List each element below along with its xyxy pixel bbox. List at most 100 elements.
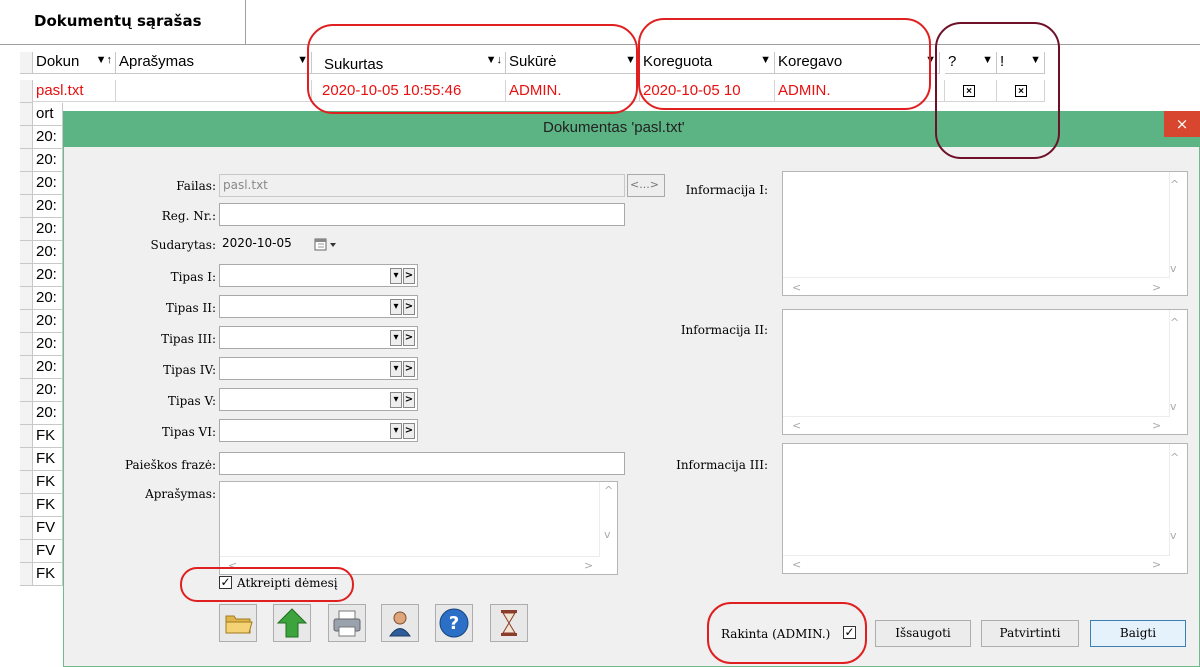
row-indicator[interactable] — [20, 471, 33, 494]
scroll-down-icon[interactable]: v — [1170, 262, 1177, 275]
list-item[interactable]: 20: — [33, 241, 63, 264]
row-indicator[interactable] — [20, 379, 33, 402]
reg-nr-input[interactable] — [219, 203, 625, 226]
scroll-down-icon[interactable]: v — [1170, 400, 1177, 413]
row-indicator[interactable] — [20, 448, 33, 471]
dropdown-icon[interactable]: ▾ — [390, 330, 402, 346]
row-indicator[interactable] — [20, 241, 33, 264]
row-indicator[interactable] — [20, 425, 33, 448]
scroll-right-icon[interactable]: > — [1152, 281, 1161, 294]
type-4-combo[interactable]: ▾ > — [219, 357, 418, 380]
list-item[interactable]: FK — [33, 563, 63, 586]
scroll-right-icon[interactable]: > — [1152, 419, 1161, 432]
open-folder-button[interactable] — [219, 604, 257, 642]
type-6-combo[interactable]: ▾ > — [219, 419, 418, 442]
list-item[interactable]: 20: — [33, 195, 63, 218]
list-item[interactable]: 20: — [33, 379, 63, 402]
row-indicator[interactable] — [20, 540, 33, 563]
finish-button[interactable]: Baigti — [1090, 620, 1186, 647]
info-1-textarea[interactable] — [782, 171, 1188, 296]
browse-button[interactable]: <...> — [627, 174, 665, 197]
dropdown-icon[interactable]: ▾ — [390, 299, 402, 315]
list-item[interactable]: 20: — [33, 172, 63, 195]
list-item[interactable]: 20: — [33, 333, 63, 356]
row-indicator[interactable] — [20, 402, 33, 425]
row-indicator[interactable] — [20, 310, 33, 333]
type-2-combo[interactable]: ▾ > — [219, 295, 418, 318]
scroll-down-icon[interactable]: v — [604, 528, 611, 541]
scroll-down-icon[interactable]: v — [1170, 529, 1177, 542]
type-5-combo[interactable]: ▾ > — [219, 388, 418, 411]
row-indicator[interactable] — [20, 218, 33, 241]
description-textarea[interactable] — [219, 481, 618, 575]
search-phrase-input[interactable] — [219, 452, 625, 475]
list-item[interactable]: FV — [33, 540, 63, 563]
info-2-textarea[interactable] — [782, 309, 1188, 435]
close-button[interactable]: × — [1164, 111, 1200, 137]
list-item[interactable]: 20: — [33, 264, 63, 287]
row-indicator[interactable] — [20, 356, 33, 379]
row-indicator[interactable] — [20, 264, 33, 287]
user-button[interactable] — [381, 604, 419, 642]
confirm-button[interactable]: Patvirtinti — [981, 620, 1079, 647]
row-indicator[interactable] — [20, 126, 33, 149]
scroll-up-icon[interactable]: ^ — [604, 484, 613, 497]
scroll-up-icon[interactable]: ^ — [1170, 451, 1179, 464]
row-indicator[interactable] — [20, 103, 33, 126]
row-indicator[interactable] — [20, 172, 33, 195]
list-item[interactable]: ort — [33, 103, 63, 126]
type-1-combo[interactable]: ▾ > — [219, 264, 418, 287]
row-indicator[interactable] — [20, 494, 33, 517]
list-item[interactable]: 20: — [33, 126, 63, 149]
open-link-icon[interactable]: > — [403, 268, 415, 284]
list-item[interactable]: FK — [33, 448, 63, 471]
list-item[interactable]: FK — [33, 425, 63, 448]
list-item[interactable]: FK — [33, 471, 63, 494]
list-item[interactable]: 20: — [33, 149, 63, 172]
list-item[interactable]: FV — [33, 517, 63, 540]
scroll-right-icon[interactable]: > — [584, 559, 593, 572]
scroll-up-icon[interactable]: ^ — [1170, 316, 1179, 329]
row-indicator[interactable] — [20, 563, 33, 586]
list-item[interactable]: 20: — [33, 287, 63, 310]
dropdown-icon[interactable]: ▾ — [390, 268, 402, 284]
open-link-icon[interactable]: > — [403, 299, 415, 315]
scroll-left-icon[interactable]: < — [792, 281, 801, 294]
col-header-document[interactable]: Dokun ▼↑ — [33, 52, 116, 74]
upload-button[interactable] — [273, 604, 311, 642]
row-indicator[interactable] — [20, 517, 33, 540]
col-header-description[interactable]: Aprašymas ▼ — [116, 52, 312, 74]
row-indicator[interactable] — [20, 333, 33, 356]
list-item[interactable]: FK — [33, 494, 63, 517]
open-link-icon[interactable]: > — [403, 423, 415, 439]
save-button[interactable]: Išsaugoti — [875, 620, 971, 647]
scroll-left-icon[interactable]: < — [792, 558, 801, 571]
list-item[interactable]: 20: — [33, 402, 63, 425]
open-link-icon[interactable]: > — [403, 392, 415, 408]
list-item[interactable]: 20: — [33, 310, 63, 333]
history-button[interactable] — [490, 604, 528, 642]
dropdown-icon[interactable]: ▾ — [390, 423, 402, 439]
cell-document[interactable]: pasl.txt — [33, 80, 116, 102]
list-item[interactable]: 20: — [33, 356, 63, 379]
list-item[interactable]: 20: — [33, 218, 63, 241]
date-input[interactable]: 2020-10-05 — [219, 233, 307, 256]
help-button[interactable]: ? — [435, 604, 473, 642]
info-3-textarea[interactable] — [782, 443, 1188, 574]
open-link-icon[interactable]: > — [403, 361, 415, 377]
row-indicator[interactable] — [20, 195, 33, 218]
scroll-right-icon[interactable]: > — [1152, 558, 1161, 571]
dropdown-icon[interactable]: ▾ — [390, 392, 402, 408]
row-indicator[interactable] — [20, 287, 33, 310]
cell-description[interactable] — [116, 80, 312, 102]
scroll-left-icon[interactable]: < — [792, 419, 801, 432]
tab-documents-list[interactable]: Dokumentų sąrašas — [34, 12, 202, 30]
sort-filter-icon[interactable]: ▼↑ — [96, 54, 112, 66]
calendar-icon[interactable] — [314, 236, 340, 253]
dropdown-icon[interactable]: ▾ — [390, 361, 402, 377]
scroll-up-icon[interactable]: ^ — [1170, 178, 1179, 191]
row-indicator[interactable] — [20, 149, 33, 172]
type-3-combo[interactable]: ▾ > — [219, 326, 418, 349]
open-link-icon[interactable]: > — [403, 330, 415, 346]
row-indicator[interactable] — [20, 80, 33, 103]
